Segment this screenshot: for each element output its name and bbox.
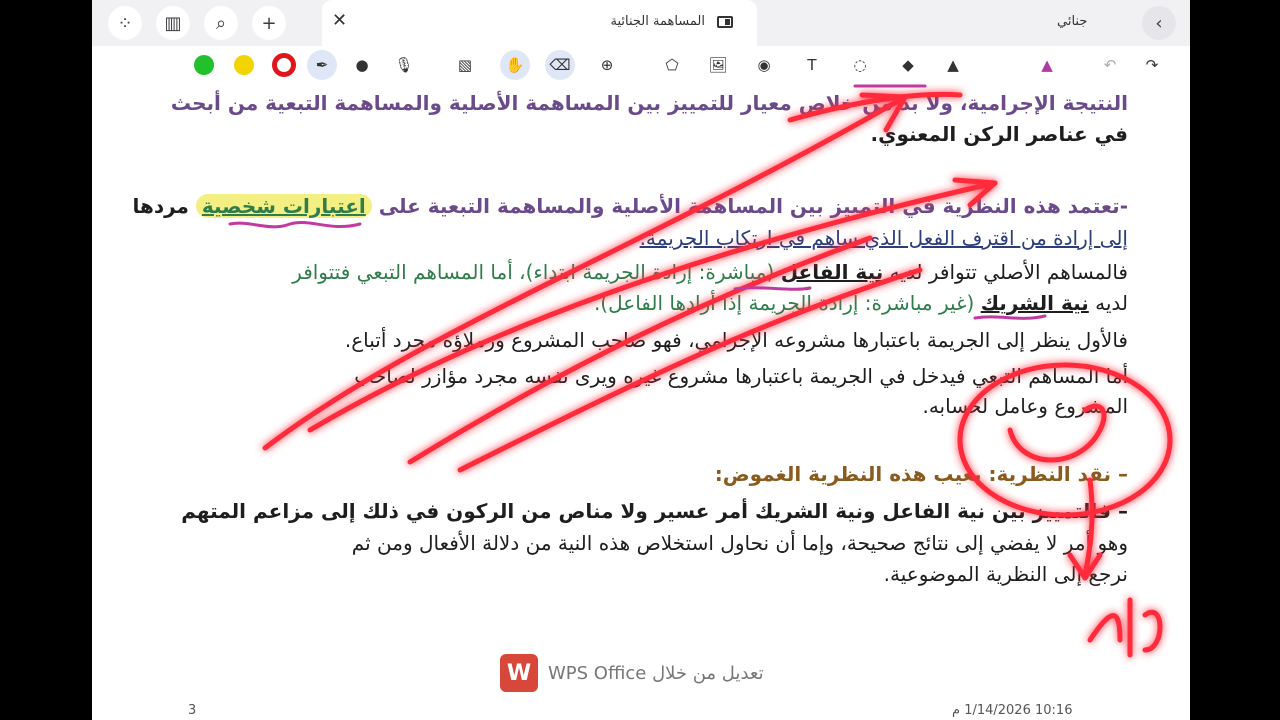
highlighted-phrase: اعتبارات شخصية: [195, 194, 372, 218]
marker-tool[interactable]: ▲: [1032, 50, 1062, 80]
undo-button[interactable]: ↶: [1095, 50, 1125, 80]
image-tool[interactable]: 🖼: [703, 50, 733, 80]
paragraph-line: فالأول ينظر إلى الجريمة باعتبارها مشروعه…: [344, 328, 1128, 352]
paragraph-line: المشروع وعامل لحسابه.: [922, 394, 1128, 418]
hatch-tool[interactable]: ▧: [450, 50, 480, 80]
selection-icon: ◌: [853, 56, 867, 74]
chevron-left-icon: ‹: [1155, 12, 1163, 34]
paragraph-line: في عناصر الركن المعنوي.: [870, 122, 1128, 146]
undo-icon: ↶: [1103, 56, 1117, 74]
back-button[interactable]: ‹: [1142, 6, 1176, 40]
hatch-icon: ▧: [457, 56, 473, 74]
voice-tool[interactable]: 🎙: [389, 50, 419, 80]
pen-icon: ✒: [315, 56, 329, 74]
paragraph-line: النتيجة الإجرامية، ولا بد من خلاص معيار …: [170, 91, 1128, 115]
wps-watermark: W تعديل من خلال WPS Office: [500, 653, 800, 693]
fill-tool[interactable]: ◆: [893, 50, 923, 80]
text-tool[interactable]: T: [797, 50, 827, 80]
dot-icon: ●: [355, 56, 369, 74]
marker-icon: ▲: [1041, 56, 1053, 74]
apps-grid-button[interactable]: ⁘: [108, 6, 142, 40]
tab-active[interactable]: ✕ المساهمة الجنائية: [322, 0, 757, 46]
section-heading: – نقد النظرية: يعيب هذه النظرية الغموض:: [714, 462, 1128, 486]
camera-tool[interactable]: ◉: [749, 50, 779, 80]
redo-button[interactable]: ↷: [1137, 50, 1167, 80]
timestamp: 10:16 1/14/2026 م: [952, 703, 1073, 718]
text-icon: T: [807, 56, 817, 74]
eraser-tool[interactable]: ⌫: [545, 50, 575, 80]
drawing-toolbar: ✒ ● 🎙 ▧ ✋ ⌫ ⊕ ⬠ 🖼 ◉ T ◌ ◆ ▲ ▲ ↶ ↷: [92, 46, 1190, 85]
eraser-icon: ⌫: [549, 56, 571, 74]
paragraph-line: – فالتمييز بين نية الفاعل ونية الشريك أم…: [181, 499, 1128, 523]
selection-tool[interactable]: ◌: [845, 50, 875, 80]
document-page[interactable]: النتيجة الإجرامية، ولا بد من خلاص معيار …: [92, 84, 1190, 720]
plus-icon: +: [261, 12, 277, 34]
app-window: ⁘ ▥ ⌕ + ✕ ✕ المساهمة الجنائية جنائي ‹ ✒ …: [92, 0, 1190, 720]
lasso-hand-icon: ✋: [505, 56, 525, 74]
document-icon: [717, 16, 733, 28]
hand-tool[interactable]: ✋: [500, 50, 530, 80]
mic-icon: 🎙: [394, 56, 414, 74]
new-tab-button[interactable]: +: [252, 6, 286, 40]
highlighter-tool[interactable]: ▲: [938, 50, 968, 80]
paragraph-line: لديه نية الشريك (غير مباشرة: إرادة الجري…: [593, 291, 1128, 315]
color-yellow-swatch[interactable]: [234, 55, 254, 75]
shape-icon: ⬠: [665, 56, 679, 74]
color-green-swatch[interactable]: [194, 55, 214, 75]
wps-logo-icon: W: [500, 654, 538, 692]
page-number: 3: [188, 703, 197, 718]
sidebar-icon: ▥: [164, 12, 182, 34]
zoom-tool[interactable]: ⊕: [592, 50, 622, 80]
zoom-icon: ⊕: [600, 56, 614, 74]
pen-tool[interactable]: ✒: [307, 50, 337, 80]
paragraph-line: نرجع إلى النظرية الموضوعية.: [883, 562, 1128, 586]
tab-label-right[interactable]: جنائي: [1057, 14, 1087, 29]
tab-bar: ⁘ ▥ ⌕ + ✕ ✕ المساهمة الجنائية جنائي ‹: [92, 0, 1190, 46]
close-icon[interactable]: ✕: [332, 10, 347, 31]
stroke-size-tool[interactable]: ●: [347, 50, 377, 80]
fill-icon: ◆: [902, 56, 914, 74]
sidebar-toggle-button[interactable]: ▥: [156, 6, 190, 40]
shape-tool[interactable]: ⬠: [657, 50, 687, 80]
tab-title: المساهمة الجنائية: [610, 14, 705, 29]
paragraph-line: وهو أمر لا يفضي إلى نتائج صحيحة، وإما أن…: [351, 531, 1128, 555]
watermark-text: تعديل من خلال WPS Office: [548, 662, 764, 684]
paragraph-line: أما المساهم التبعي فيدخل في الجريمة باعت…: [354, 364, 1128, 388]
paragraph-line: فالمساهم الأصلي تتوافر لديه نية الفاعل (…: [292, 260, 1128, 284]
color-red-swatch[interactable]: [272, 53, 296, 77]
highlighter-icon: ▲: [947, 56, 959, 74]
search-button[interactable]: ⌕: [204, 6, 238, 40]
redo-icon: ↷: [1145, 56, 1159, 74]
grid-icon: ⁘: [117, 12, 133, 34]
camera-icon: ◉: [757, 56, 771, 74]
search-icon: ⌕: [215, 12, 227, 34]
paragraph-line: -تعتمد هذه النظرية في التمييز بين المساه…: [132, 194, 1128, 218]
paragraph-line: إلى إرادة من اقترف الفعل الذي ساهم في ار…: [639, 226, 1128, 250]
image-icon: 🖼: [708, 56, 728, 74]
